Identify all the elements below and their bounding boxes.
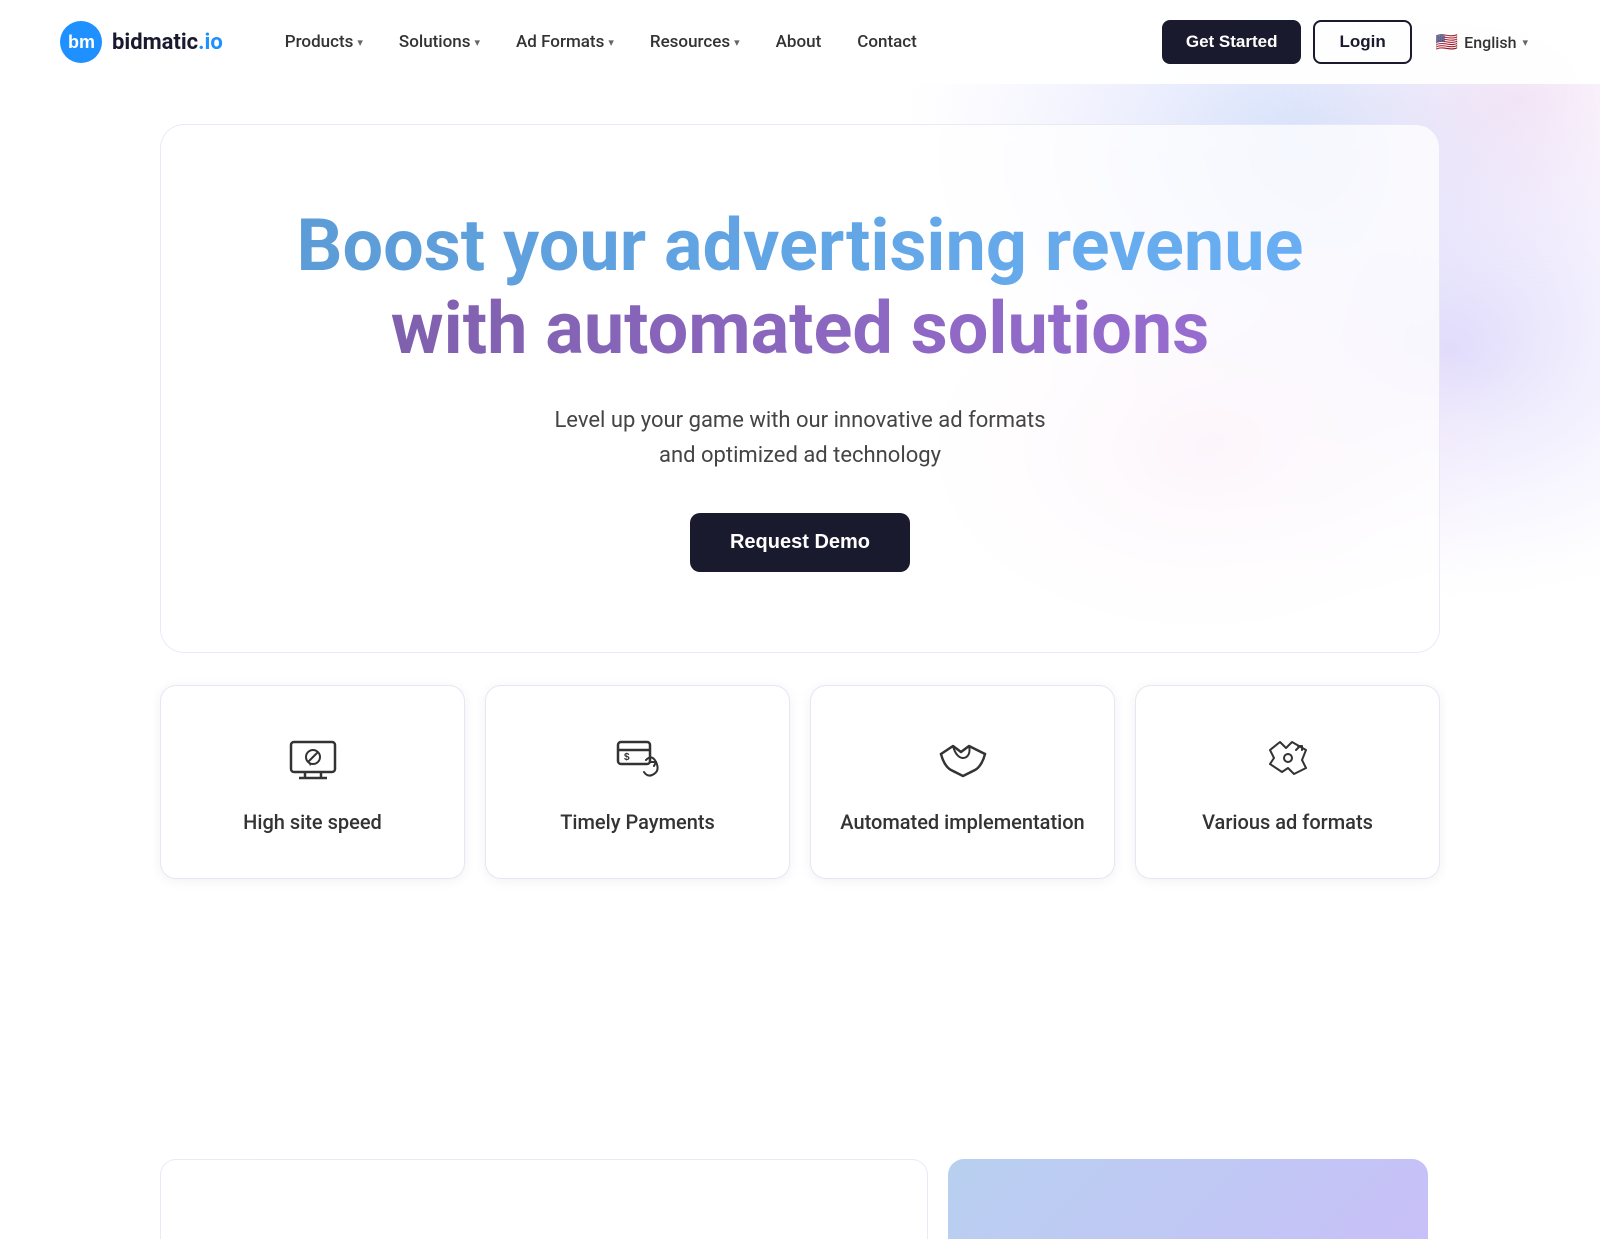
hero-card: Boost your advertising revenue with auto… <box>160 124 1440 653</box>
svg-text:bm: bm <box>68 32 95 52</box>
language-label: English <box>1464 33 1516 52</box>
navbar: bm bidmatic.io Products ▾ Solutions ▾ Ad… <box>0 0 1600 84</box>
nav-item-solutions[interactable]: Solutions ▾ <box>385 24 494 60</box>
login-button[interactable]: Login <box>1313 20 1411 64</box>
bottom-card-left <box>160 1159 928 1239</box>
chevron-down-icon: ▾ <box>734 36 740 49</box>
feature-label-adformats: Various ad formats <box>1202 810 1373 834</box>
chevron-down-icon: ▾ <box>1522 36 1528 49</box>
hero-title-line2: with automated solutions <box>221 288 1379 371</box>
logo[interactable]: bm bidmatic.io <box>60 21 223 63</box>
logo-text: bidmatic.io <box>112 30 223 55</box>
bottom-section <box>0 939 1600 1239</box>
hero-section: Boost your advertising revenue with auto… <box>0 124 1600 653</box>
payment-icon: $ <box>608 730 668 790</box>
language-selector[interactable]: 🇺🇸 English ▾ <box>1424 24 1540 61</box>
feature-label-automated: Automated implementation <box>840 810 1084 834</box>
hero-title-line1: Boost your advertising revenue <box>221 205 1379 288</box>
navbar-right: Get Started Login 🇺🇸 English ▾ <box>1162 20 1540 64</box>
flag-icon: 🇺🇸 <box>1436 32 1458 53</box>
get-started-button[interactable]: Get Started <box>1162 20 1302 64</box>
feature-card-site-speed: • High site speed <box>160 685 465 879</box>
hero-title: Boost your advertising revenue with auto… <box>221 205 1379 371</box>
bottom-card-right <box>948 1159 1428 1239</box>
nav-item-about[interactable]: About <box>762 24 836 60</box>
monitor-speed-icon: • <box>283 730 343 790</box>
nav-item-products[interactable]: Products ▾ <box>271 24 377 60</box>
features-section: • High site speed $ Timely Payments <box>0 653 1600 939</box>
nav-item-adformats[interactable]: Ad Formats ▾ <box>502 24 628 60</box>
logo-icon: bm <box>60 21 102 63</box>
request-demo-button[interactable]: Request Demo <box>690 513 910 572</box>
nav-item-contact[interactable]: Contact <box>843 24 931 60</box>
chevron-down-icon: ▾ <box>475 36 481 49</box>
feature-label-site-speed: High site speed <box>243 810 382 834</box>
feature-card-payments: $ Timely Payments <box>485 685 790 879</box>
feature-card-automated: Automated implementation <box>810 685 1115 879</box>
nav-item-resources[interactable]: Resources ▾ <box>636 24 754 60</box>
chevron-down-icon: ▾ <box>357 36 363 49</box>
ad-formats-icon <box>1258 730 1318 790</box>
feature-card-adformats: Various ad formats <box>1135 685 1440 879</box>
nav-links: Products ▾ Solutions ▾ Ad Formats ▾ Reso… <box>271 24 931 60</box>
navbar-left: bm bidmatic.io Products ▾ Solutions ▾ Ad… <box>60 21 931 63</box>
hero-subtitle: Level up your game with our innovative a… <box>221 403 1379 473</box>
feature-label-payments: Timely Payments <box>560 810 715 834</box>
svg-text:$: $ <box>624 752 630 763</box>
chevron-down-icon: ▾ <box>608 36 614 49</box>
handshake-icon <box>933 730 993 790</box>
